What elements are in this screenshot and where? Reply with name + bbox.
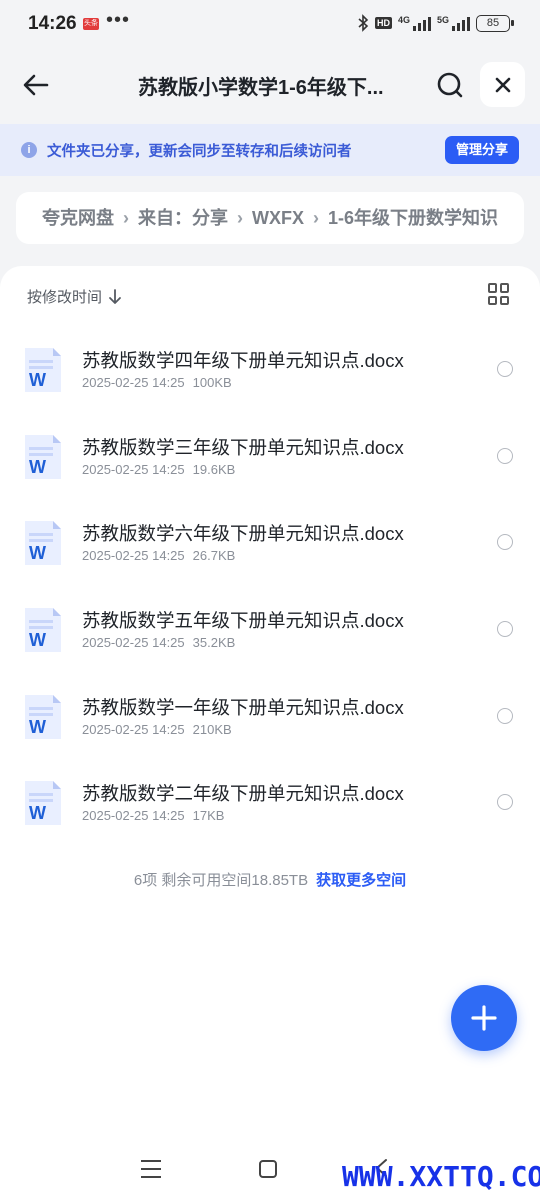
chevron-right-icon: › (313, 208, 319, 228)
svg-text:W: W (29, 630, 46, 650)
select-radio[interactable] (497, 361, 513, 377)
storage-summary: 6项 剩余可用空间18.85TB 获取更多空间 (0, 869, 540, 890)
share-notice-text: 文件夹已分享，更新会同步至转存和后续访问者 (47, 144, 352, 160)
file-meta: 2025-02-25 14:25 210KB (82, 722, 240, 737)
file-panel: 按修改时间 W 苏教版数学四年级下册单元知识点.docx 2025-02-25 … (0, 266, 540, 1200)
file-row[interactable]: W 苏教版数学五年级下册单元知识点.docx 2025-02-25 14:25 3… (0, 586, 540, 673)
breadcrumb: 夸克网盘 › 来自：分享 › WXFX › 1-6年级下册数学知识 (16, 192, 524, 244)
status-indicators: HD 4G 5G 85 (357, 14, 514, 32)
arrow-down-icon (109, 288, 121, 304)
file-row[interactable]: W 苏教版数学二年级下册单元知识点.docx 2025-02-25 14:25 1… (0, 759, 540, 846)
word-doc-icon: W (25, 694, 61, 739)
home-button[interactable] (259, 1160, 277, 1178)
word-doc-icon: W (25, 521, 61, 566)
file-meta: 2025-02-25 14:25 100KB (82, 375, 240, 390)
info-icon: i (21, 142, 37, 158)
status-time: 14:26 (28, 13, 77, 34)
word-doc-icon: W (25, 781, 61, 826)
add-fab-button[interactable] (451, 985, 517, 1051)
file-meta: 2025-02-25 14:25 26.7KB (82, 548, 243, 563)
file-size: 26.7KB (192, 548, 236, 564)
file-size: 100KB (192, 375, 232, 390)
storage-summary-text: 6项 剩余可用空间18.85TB (133, 872, 309, 889)
select-radio[interactable] (497, 621, 513, 638)
recent-apps-button[interactable] (141, 1160, 161, 1178)
notification-badge: 头条 (83, 18, 99, 30)
breadcrumb-item-wxfx[interactable]: WXFX (252, 208, 304, 228)
file-name: 苏教版数学二年级下册单元知识点.docx (82, 783, 404, 805)
chevron-right-icon: › (237, 208, 243, 228)
more-notifications-icon: ••• (106, 9, 131, 31)
file-name: 苏教版数学五年级下册单元知识点.docx (82, 610, 404, 632)
file-date: 2025-02-25 14:25 (82, 635, 185, 651)
file-size: 17KB (192, 808, 225, 824)
file-size: 19.6KB (192, 461, 236, 477)
breadcrumb-item-current[interactable]: 1-6年级下册数学知识 (328, 208, 498, 228)
close-button[interactable] (480, 62, 525, 107)
file-date: 2025-02-25 14:25 (82, 721, 185, 737)
grid-view-button[interactable] (488, 283, 510, 305)
file-row[interactable]: W 苏教版数学四年级下册单元知识点.docx 2025-02-25 14:25 1… (0, 326, 540, 413)
battery-icon: 85 (476, 14, 514, 32)
breadcrumb-item-root[interactable]: 夸克网盘 (42, 208, 114, 228)
select-radio[interactable] (497, 534, 513, 551)
file-row[interactable]: W 苏教版数学六年级下册单元知识点.docx 2025-02-25 14:25 2… (0, 499, 540, 586)
close-icon (495, 77, 510, 92)
file-row[interactable]: W 苏教版数学一年级下册单元知识点.docx 2025-02-25 14:25 2… (0, 673, 540, 760)
chevron-right-icon: › (123, 208, 129, 228)
file-date: 2025-02-25 14:25 (82, 375, 185, 390)
grid-view-icon (488, 283, 497, 293)
file-size: 35.2KB (192, 635, 236, 651)
hd-icon: HD (374, 17, 392, 29)
signal-5g-icon: 5G (437, 15, 470, 31)
file-name: 苏教版数学四年级下册单元知识点.docx (82, 350, 404, 371)
word-doc-icon: W (25, 434, 61, 479)
plus-icon (471, 1005, 497, 1031)
watermark: WWW.XXTTQ.COM (342, 1160, 540, 1193)
file-date: 2025-02-25 14:25 (82, 548, 185, 564)
share-notice-banner: i 文件夹已分享，更新会同步至转存和后续访问者 管理分享 (0, 124, 540, 176)
svg-text:W: W (29, 543, 46, 563)
signal-4g-icon: 4G (398, 15, 431, 31)
file-name: 苏教版数学六年级下册单元知识点.docx (82, 523, 404, 545)
file-name: 苏教版数学三年级下册单元知识点.docx (82, 436, 404, 458)
word-doc-icon: W (25, 608, 61, 653)
svg-text:W: W (29, 803, 46, 823)
bluetooth-icon (358, 14, 369, 32)
get-more-space-link[interactable]: 获取更多空间 (316, 872, 406, 889)
sort-button[interactable]: 按修改时间 (27, 286, 122, 307)
search-button[interactable] (428, 63, 472, 107)
select-radio[interactable] (497, 794, 513, 811)
file-meta: 2025-02-25 14:25 19.6KB (82, 462, 243, 477)
svg-text:W: W (29, 457, 46, 477)
back-button[interactable] (14, 63, 58, 107)
status-bar: 14:26 头条 ••• HD 4G 5G 85 (0, 0, 540, 50)
file-date: 2025-02-25 14:25 (82, 461, 185, 477)
file-date: 2025-02-25 14:25 (82, 808, 185, 824)
word-doc-icon: W (25, 348, 61, 392)
file-list: W 苏教版数学四年级下册单元知识点.docx 2025-02-25 14:25 1… (0, 326, 540, 846)
manage-share-button[interactable]: 管理分享 (445, 136, 519, 164)
breadcrumb-item-shared[interactable]: 来自：分享 (138, 208, 228, 228)
search-icon (437, 72, 463, 98)
top-app-bar: 苏教版小学数学1-6年级下... (0, 55, 540, 115)
sort-label: 按修改时间 (27, 289, 103, 306)
select-radio[interactable] (497, 447, 513, 464)
page-title: 苏教版小学数学1-6年级下... (138, 77, 384, 99)
file-meta: 2025-02-25 14:25 17KB (82, 808, 232, 823)
file-row[interactable]: W 苏教版数学三年级下册单元知识点.docx 2025-02-25 14:25 1… (0, 413, 540, 500)
select-radio[interactable] (497, 707, 513, 724)
svg-text:W: W (29, 370, 46, 390)
arrow-left-icon (23, 74, 49, 96)
file-name: 苏教版数学一年级下册单元知识点.docx (82, 696, 404, 718)
svg-text:W: W (29, 717, 46, 737)
file-size: 210KB (192, 721, 232, 737)
file-meta: 2025-02-25 14:25 35.2KB (82, 635, 243, 650)
